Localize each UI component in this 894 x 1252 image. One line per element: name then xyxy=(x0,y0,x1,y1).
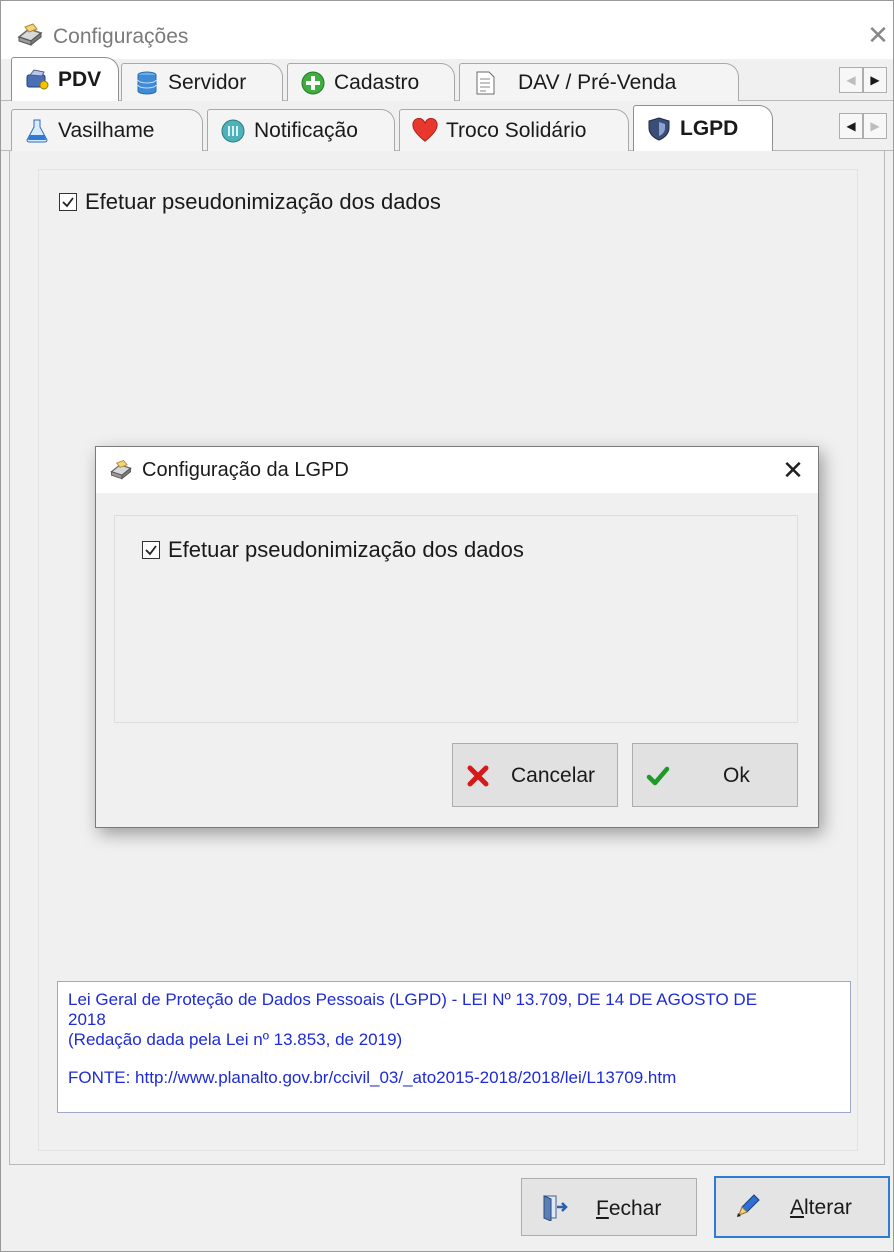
scroll-right-arrow-icon[interactable]: ▶ xyxy=(863,67,887,93)
pdv-icon xyxy=(24,67,50,93)
tab-lgpd[interactable]: LGPD xyxy=(633,105,773,151)
heart-icon xyxy=(412,117,438,144)
pencil-icon xyxy=(734,1192,762,1220)
x-icon xyxy=(465,763,491,789)
document-icon xyxy=(472,70,498,96)
plus-circle-icon xyxy=(300,70,326,96)
checkbox-checked-icon[interactable] xyxy=(59,193,77,211)
dialog-pseudonymization-checkbox[interactable]: Efetuar pseudonimização dos dados xyxy=(142,537,524,563)
lgpd-law-line: Lei Geral de Proteção de Dados Pessoais … xyxy=(68,990,758,1009)
checkmark-icon xyxy=(645,763,671,789)
exit-door-icon xyxy=(540,1193,568,1221)
tab-dav-label: DAV / Pré-Venda xyxy=(518,70,677,94)
window-titlebar: Configurações ✕ xyxy=(1,1,893,59)
pseudonymization-label: Efetuar pseudonimização dos dados xyxy=(85,189,441,214)
alterar-label: Alterar xyxy=(790,1196,852,1219)
scroll-right-arrow-icon[interactable]: ▶ xyxy=(863,113,887,139)
printer-icon xyxy=(108,459,134,481)
ok-button[interactable]: Ok xyxy=(632,743,798,807)
tab-lgpd-label: LGPD xyxy=(680,116,739,140)
tab-scroller-secondary: ◀ ▶ xyxy=(839,113,887,139)
shield-icon xyxy=(646,116,672,142)
scroll-left-arrow-icon[interactable]: ◀ xyxy=(839,67,863,93)
dialog-title: Configuração da LGPD xyxy=(142,459,349,481)
scroll-left-arrow-icon[interactable]: ◀ xyxy=(839,113,863,139)
cancelar-label: Cancelar xyxy=(511,764,596,787)
fechar-button[interactable]: Fechar xyxy=(521,1178,697,1236)
flask-icon xyxy=(24,118,50,144)
tab-cadastro-label: Cadastro xyxy=(334,70,420,94)
tab-servidor-label: Servidor xyxy=(168,70,247,94)
printer-icon xyxy=(15,23,45,47)
window-close-button[interactable]: ✕ xyxy=(863,17,893,53)
tab-servidor[interactable]: Servidor xyxy=(121,63,283,101)
tab-cadastro[interactable]: Cadastro xyxy=(287,63,455,101)
lgpd-source-line: FONTE: http://www.planalto.gov.br/ccivil… xyxy=(68,1068,677,1087)
tab-troco-solidario[interactable]: Troco Solidário xyxy=(399,109,629,151)
tab-dav-pre-venda[interactable]: DAV / Pré-Venda xyxy=(459,63,739,101)
tab-vasilhame[interactable]: Vasilhame xyxy=(11,109,203,151)
alterar-button[interactable]: Alterar xyxy=(714,1176,890,1238)
database-icon xyxy=(134,70,160,96)
lgpd-legal-info: Lei Geral de Proteção de Dados Pessoais … xyxy=(57,981,851,1113)
tab-vasilhame-label: Vasilhame xyxy=(58,118,155,142)
fechar-label: Fechar xyxy=(596,1197,662,1220)
tab-notificacao-label: Notificação xyxy=(254,118,358,142)
tab-pdv-label: PDV xyxy=(58,67,102,91)
tab-pdv[interactable]: PDV xyxy=(11,57,119,101)
tab-notificacao[interactable]: Notificação xyxy=(207,109,395,151)
tab-strip-primary: PDV Servidor Cadastro DAV / Pré-Venda ◀ … xyxy=(1,57,893,101)
notification-icon xyxy=(220,118,246,144)
dialog-titlebar: Configuração da LGPD ✕ xyxy=(96,447,818,493)
lgpd-config-dialog: Configuração da LGPD ✕ Efetuar pseudonim… xyxy=(95,446,819,828)
tab-troco-solidario-label: Troco Solidário xyxy=(446,118,587,142)
lgpd-amendment-line: (Redação dada pela Lei nº 13.853, de 201… xyxy=(68,1030,403,1049)
tab-scroller-primary: ◀ ▶ xyxy=(839,67,887,93)
lgpd-law-year: 2018 xyxy=(68,1010,106,1029)
window-title: Configurações xyxy=(53,25,189,48)
cancelar-button[interactable]: Cancelar xyxy=(452,743,618,807)
checkbox-checked-icon[interactable] xyxy=(142,541,160,559)
tab-strip-secondary: Vasilhame Notificação Troco Solidário LG… xyxy=(1,101,893,151)
pseudonymization-checkbox[interactable]: Efetuar pseudonimização dos dados xyxy=(59,189,441,215)
dialog-pseudonymization-label: Efetuar pseudonimização dos dados xyxy=(168,537,524,562)
dialog-close-button[interactable]: ✕ xyxy=(778,453,808,487)
ok-label: Ok xyxy=(723,764,750,787)
